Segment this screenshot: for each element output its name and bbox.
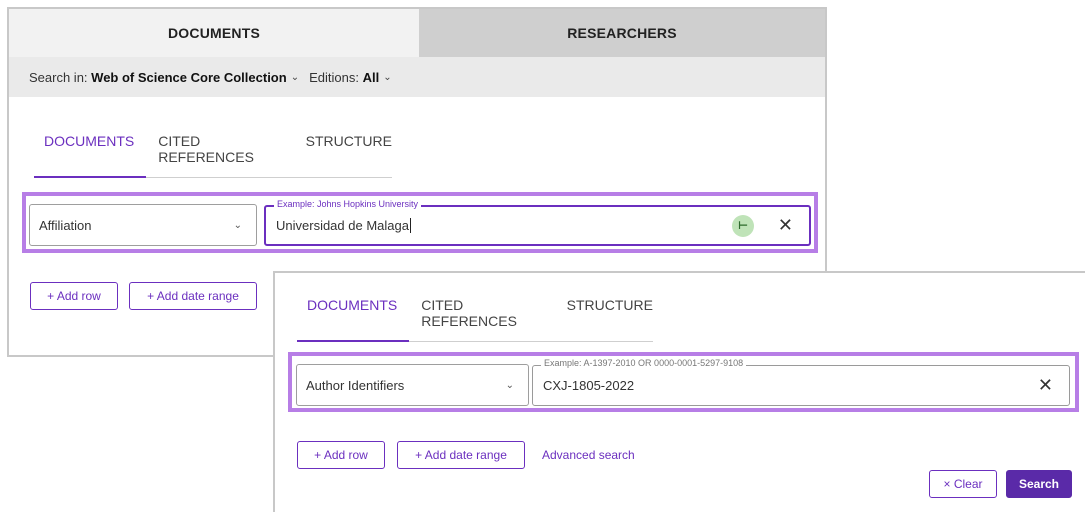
add-date-range-button[interactable]: + Add date range (129, 282, 257, 310)
advanced-search-link[interactable]: Advanced search (542, 448, 635, 462)
editions-select[interactable]: All (363, 70, 380, 85)
subtab-cited-references[interactable]: CITED REFERENCES (158, 133, 281, 165)
input-example-hint: Example: Johns Hopkins University (274, 199, 422, 209)
close-icon[interactable]: ✕ (1038, 375, 1053, 396)
subtab-cited-references[interactable]: CITED REFERENCES (421, 297, 542, 329)
add-row-button[interactable]: + Add row (297, 441, 385, 469)
search-in-bar: Search in: Web of Science Core Collectio… (9, 57, 825, 97)
tab-documents[interactable]: DOCUMENTS (9, 9, 419, 57)
sub-tabs: DOCUMENTS CITED REFERENCES STRUCTURE (33, 133, 392, 178)
field-select-label: Author Identifiers (306, 377, 405, 393)
close-icon[interactable]: ✕ (778, 215, 793, 236)
field-select-label: Affiliation (39, 217, 92, 233)
chevron-down-icon[interactable]: ⌄ (291, 72, 299, 83)
search-button[interactable]: Search (1006, 470, 1072, 498)
subtab-documents[interactable]: DOCUMENTS (296, 297, 410, 342)
subtab-structure[interactable]: STRUCTURE (306, 133, 392, 165)
chevron-down-icon: ⌄ (505, 379, 514, 391)
field-select-author-identifiers[interactable]: Author Identifiers ⌄ (296, 364, 529, 406)
input-value: Universidad de Malaga (276, 218, 409, 233)
search-in-label: Search in: (29, 69, 88, 85)
top-tabs: DOCUMENTS RESEARCHERS (9, 9, 825, 57)
subtab-structure[interactable]: STRUCTURE (567, 297, 653, 329)
sub-tabs: DOCUMENTS CITED REFERENCES STRUCTURE (296, 297, 653, 342)
input-value: CXJ-1805-2022 (543, 378, 635, 393)
author-identifier-input[interactable]: Example: A-1397-2010 OR 0000-0001-5297-9… (532, 358, 1070, 406)
add-date-range-button[interactable]: + Add date range (397, 441, 525, 469)
input-example-hint: Example: A-1397-2010 OR 0000-0001-5297-9… (541, 358, 747, 368)
subtab-documents[interactable]: DOCUMENTS (33, 133, 147, 178)
clear-button[interactable]: × Clear (929, 470, 997, 498)
editions-label: Editions: (309, 69, 359, 85)
tab-researchers[interactable]: RESEARCHERS (419, 9, 825, 57)
add-row-button[interactable]: + Add row (30, 282, 118, 310)
text-caret (409, 218, 411, 233)
affiliation-input[interactable]: Example: Johns Hopkins University Univer… (264, 199, 811, 246)
chevron-down-icon: ⌄ (233, 219, 242, 231)
field-select-affiliation[interactable]: Affiliation ⌄ (29, 204, 257, 246)
chevron-down-icon[interactable]: ⌄ (383, 72, 391, 83)
collection-select[interactable]: Web of Science Core Collection (91, 70, 287, 85)
tree-icon[interactable]: ⊢ (732, 214, 754, 237)
